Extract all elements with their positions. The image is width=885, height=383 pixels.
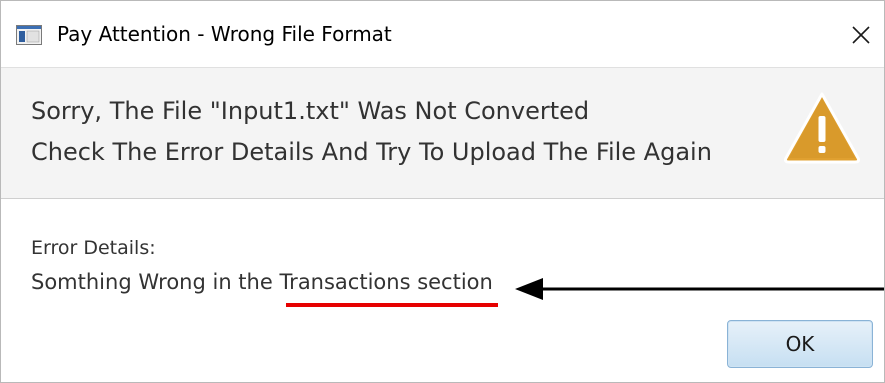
- message-header: Sorry, The File "Input1.txt" Was Not Con…: [1, 67, 884, 199]
- window-title: Pay Attention - Wrong File Format: [57, 22, 392, 46]
- close-icon: [852, 26, 870, 44]
- title-bar: Pay Attention - Wrong File Format: [1, 1, 884, 67]
- ok-button[interactable]: OK: [727, 320, 873, 368]
- annotation-red-underline: [286, 303, 498, 307]
- header-message-line-1: Sorry, The File "Input1.txt" Was Not Con…: [31, 97, 590, 125]
- warning-icon: [783, 92, 861, 164]
- header-message-line-2: Check The Error Details And Try To Uploa…: [31, 138, 712, 166]
- annotation-arrow: [515, 278, 884, 300]
- close-button[interactable]: [838, 13, 884, 57]
- app-window-icon: [16, 25, 42, 45]
- dialog-window: Pay Attention - Wrong File Format Sorry,…: [0, 0, 885, 383]
- error-details-label: Error Details:: [31, 237, 156, 259]
- error-details-message: Somthing Wrong in the Transactions secti…: [31, 270, 493, 294]
